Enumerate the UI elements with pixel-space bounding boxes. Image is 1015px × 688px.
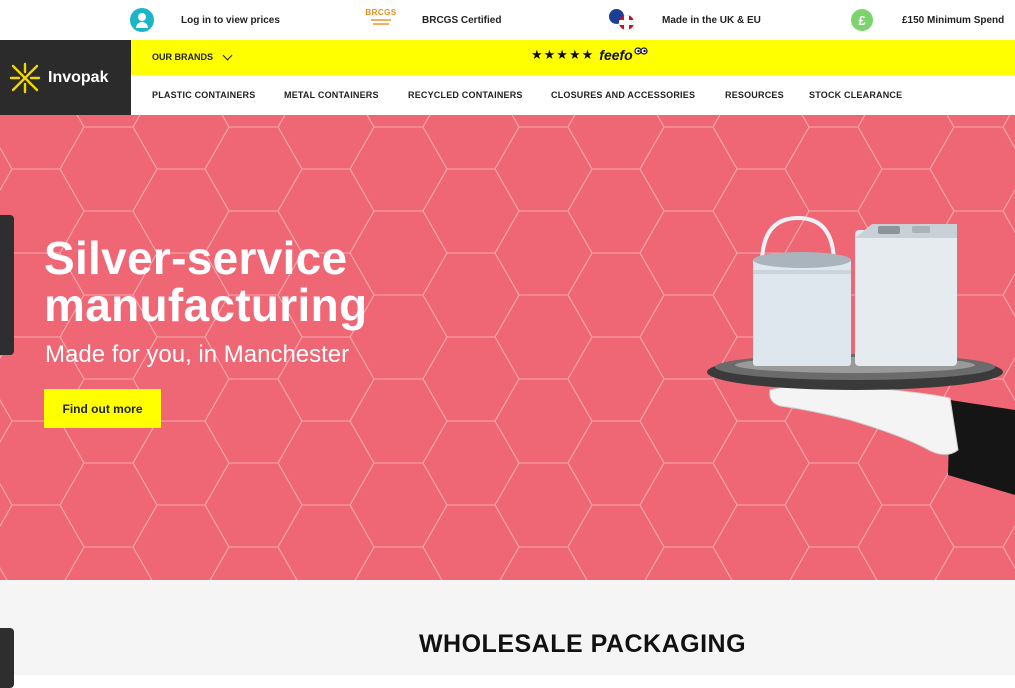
nav-plastic-containers[interactable]: PLASTIC CONTAINERS: [152, 90, 255, 100]
silver-tray-image: [707, 215, 1015, 495]
nav-resources[interactable]: RESOURCES: [725, 90, 784, 100]
section-title: WHOLESALE PACKAGING: [418, 630, 747, 658]
star-rating-icon: ★★★★★: [531, 47, 595, 62]
login-link[interactable]: Log in to view prices: [130, 8, 280, 32]
hero-subtitle: Made for you, in Manchester: [45, 341, 350, 368]
pound-icon: £: [851, 9, 873, 31]
login-label: Log in to view prices: [181, 14, 280, 26]
our-brands-label: OUR BRANDS: [152, 52, 214, 62]
hero-banner: Silver-service manufacturing Made for yo…: [0, 115, 1015, 580]
min-spend-label: £150 Minimum Spend: [902, 14, 1005, 26]
nav-metal-containers[interactable]: METAL CONTAINERS: [284, 90, 379, 100]
top-info-bar: Log in to view prices BRCGS BRCGS Certif…: [0, 0, 1015, 40]
feefo-side-tab[interactable]: [0, 215, 14, 355]
brand-bar: OUR BRANDS ★★★★★ feefo: [131, 40, 1015, 75]
hero-title: Silver-service manufacturing: [44, 232, 368, 331]
logo-text: Invopak: [48, 68, 109, 86]
nav-stock-clearance[interactable]: STOCK CLEARANCE: [809, 90, 902, 100]
uk-eu-flags-icon: [608, 8, 638, 32]
site-logo[interactable]: Invopak: [0, 40, 131, 115]
made-in-badge: Made in the UK & EU: [608, 8, 761, 32]
brcgs-logo-icon: BRCGS: [365, 8, 396, 32]
invopak-logo-icon: [9, 62, 41, 93]
find-out-more-button[interactable]: Find out more: [44, 389, 161, 428]
brcgs-badge: BRCGS BRCGS Certified: [365, 8, 502, 32]
min-spend-badge: £ £150 Minimum Spend: [851, 8, 1004, 32]
wholesale-section: WHOLESALE PACKAGING: [0, 580, 1015, 688]
brcgs-label: BRCGS Certified: [422, 14, 502, 26]
feefo-rating[interactable]: ★★★★★ feefo: [531, 47, 648, 63]
nav-closures-accessories[interactable]: CLOSURES AND ACCESSORIES: [551, 90, 695, 100]
feefo-eyes-icon: [634, 47, 648, 55]
feefo-logo: feefo: [599, 47, 633, 63]
nav-recycled-containers[interactable]: RECYCLED CONTAINERS: [408, 90, 523, 100]
chevron-down-icon: [222, 50, 233, 60]
user-icon: [130, 8, 154, 32]
main-nav: PLASTIC CONTAINERS METAL CONTAINERS RECY…: [131, 75, 1015, 115]
our-brands-dropdown[interactable]: OUR BRANDS: [152, 50, 233, 62]
made-in-label: Made in the UK & EU: [662, 14, 761, 26]
